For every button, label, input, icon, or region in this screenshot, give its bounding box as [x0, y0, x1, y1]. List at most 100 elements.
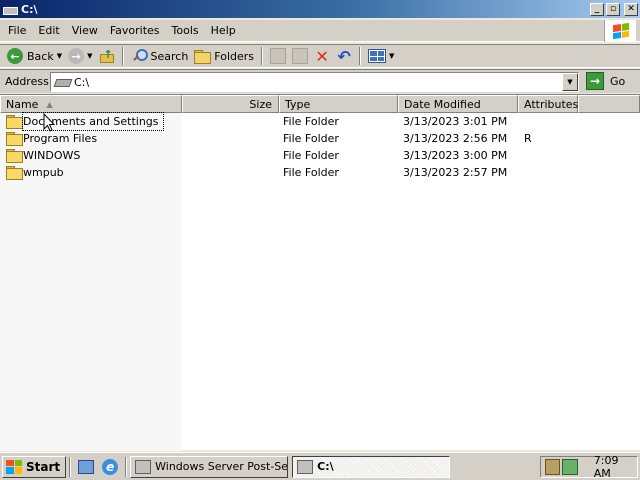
- back-arrow-icon: ←: [7, 48, 23, 64]
- folder-icon: [6, 166, 23, 180]
- back-dropdown-icon[interactable]: ▼: [57, 52, 62, 60]
- column-header-attributes[interactable]: Attributes: [518, 95, 578, 113]
- windows-logo: [604, 20, 636, 42]
- folders-button[interactable]: Folders: [191, 45, 257, 67]
- move-to-icon: [270, 48, 287, 64]
- task-label: C:\: [317, 460, 334, 473]
- table-row[interactable]: Program Files File Folder 3/13/2023 2:56…: [0, 130, 640, 147]
- menu-help[interactable]: Help: [205, 24, 242, 37]
- drive-icon: [54, 77, 70, 87]
- drive-icon: [3, 4, 18, 15]
- file-attributes: R: [524, 132, 532, 145]
- menu-bar: File Edit View Favorites Tools Help: [0, 20, 640, 42]
- toolbar-separator: [261, 47, 264, 65]
- menu-view[interactable]: View: [66, 24, 104, 37]
- column-header-date-label: Date Modified: [404, 97, 481, 111]
- column-header-type[interactable]: Type: [279, 95, 398, 113]
- taskbar: Start e Windows Server Post-Se... C:\ 7:…: [0, 452, 640, 480]
- delete-button[interactable]: ✕: [311, 45, 333, 67]
- file-date: 3/13/2023 2:57 PM: [403, 166, 508, 179]
- task-label: Windows Server Post-Se...: [155, 460, 289, 473]
- folders-label: Folders: [214, 49, 255, 63]
- column-header-name[interactable]: Name ▲: [0, 95, 182, 113]
- window-icon: [135, 459, 152, 474]
- column-header-size[interactable]: Size: [182, 95, 279, 113]
- file-type: File Folder: [283, 149, 339, 162]
- up-button[interactable]: ↑: [96, 45, 118, 67]
- column-header-type-label: Type: [285, 97, 311, 111]
- menu-file[interactable]: File: [2, 24, 32, 37]
- windows-flag-icon: [612, 22, 629, 40]
- undo-button[interactable]: ↶: [333, 45, 355, 67]
- task-button-c-drive[interactable]: C:\: [292, 455, 451, 478]
- search-icon: [131, 48, 148, 64]
- system-tray: 7:09 AM: [540, 454, 638, 480]
- file-type: File Folder: [283, 115, 339, 128]
- search-label: Search: [150, 49, 189, 63]
- menu-edit[interactable]: Edit: [32, 24, 65, 37]
- address-label: Address: [5, 75, 49, 88]
- move-to-button[interactable]: [267, 45, 289, 67]
- folder-icon: [6, 149, 23, 163]
- folder-icon: [6, 115, 23, 129]
- taskbar-separator: [125, 456, 128, 477]
- delete-icon: ✕: [315, 46, 329, 66]
- views-dropdown-icon[interactable]: ▼: [389, 52, 394, 60]
- table-row[interactable]: WINDOWS File Folder 3/13/2023 3:00 PM: [0, 147, 640, 164]
- file-type: File Folder: [283, 166, 339, 179]
- maximize-button[interactable]: ▫: [606, 2, 620, 16]
- forward-arrow-icon: →: [68, 48, 85, 64]
- copy-to-icon: [292, 48, 309, 64]
- task-button-post-setup[interactable]: Windows Server Post-Se...: [130, 455, 289, 478]
- close-button[interactable]: ✕: [624, 2, 638, 16]
- file-list[interactable]: Name ▲ Size Type Date Modified Attribute…: [0, 94, 640, 451]
- file-name: WINDOWS: [23, 149, 81, 162]
- toolbar-separator: [121, 47, 124, 65]
- search-button[interactable]: Search: [128, 45, 192, 67]
- file-date: 3/13/2023 2:56 PM: [403, 132, 508, 145]
- column-header-date-modified[interactable]: Date Modified: [398, 95, 518, 113]
- address-bar: Address C:\ ▼ → Go: [0, 69, 640, 93]
- column-header-size-label: Size: [249, 97, 272, 111]
- table-row[interactable]: Documents and Settings File Folder 3/13/…: [0, 112, 640, 131]
- clock[interactable]: 7:09 AM: [594, 454, 637, 480]
- column-header-attributes-label: Attributes: [524, 97, 579, 111]
- go-label: Go: [610, 74, 626, 88]
- sort-ascending-icon: ▲: [46, 99, 53, 109]
- window-title: C:\: [21, 2, 38, 16]
- address-input[interactable]: C:\ ▼: [50, 72, 579, 92]
- forward-button[interactable]: → ▼: [65, 45, 95, 67]
- start-label: Start: [26, 459, 61, 474]
- folder-icon: [6, 132, 23, 146]
- toolbar-separator: [359, 47, 362, 65]
- show-desktop-button[interactable]: [77, 458, 95, 476]
- menu-favorites[interactable]: Favorites: [104, 24, 166, 37]
- undo-icon: ↶: [337, 46, 351, 66]
- column-header-empty: [578, 95, 640, 113]
- go-button[interactable]: → Go: [586, 72, 625, 90]
- up-folder-icon: ↑: [99, 48, 115, 64]
- folders-icon: [194, 49, 212, 64]
- views-icon: [368, 49, 387, 63]
- address-dropdown-icon[interactable]: ▼: [562, 73, 578, 91]
- views-button[interactable]: ▼: [365, 45, 397, 67]
- forward-dropdown-icon[interactable]: ▼: [87, 52, 92, 60]
- file-name: Program Files: [23, 132, 98, 145]
- tray-security-icon[interactable]: [545, 459, 561, 475]
- tray-network-icon[interactable]: [562, 459, 578, 475]
- standard-toolbar: ← Back ▼ → ▼ ↑ Search Folders ✕ ↶ ▼: [0, 44, 640, 68]
- back-button[interactable]: ← Back ▼: [4, 45, 65, 67]
- copy-to-button[interactable]: [289, 45, 311, 67]
- table-row[interactable]: wmpub File Folder 3/13/2023 2:57 PM: [0, 164, 640, 181]
- menu-tools[interactable]: Tools: [166, 24, 205, 37]
- start-button[interactable]: Start: [2, 455, 67, 478]
- column-headers: Name ▲ Size Type Date Modified Attribute…: [0, 95, 640, 113]
- file-type: File Folder: [283, 132, 339, 145]
- address-value: C:\: [74, 75, 90, 89]
- minimize-button[interactable]: _: [590, 2, 604, 16]
- drive-icon: [297, 459, 314, 474]
- internet-explorer-button[interactable]: e: [101, 458, 119, 476]
- show-desktop-icon: [78, 459, 95, 474]
- file-name: wmpub: [23, 166, 64, 179]
- mouse-cursor-icon: [43, 113, 55, 132]
